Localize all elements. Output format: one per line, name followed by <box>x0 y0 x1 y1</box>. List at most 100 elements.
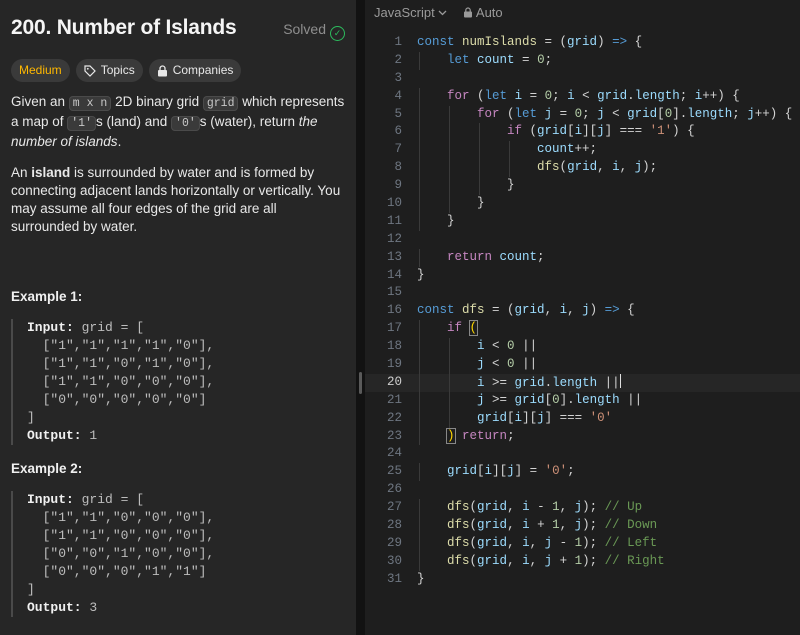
inline-code: '1' <box>67 116 96 131</box>
code-token: for <box>447 88 470 103</box>
code-token: grid <box>537 124 568 139</box>
code-line[interactable]: 12 <box>365 231 800 249</box>
code-line[interactable]: 17 if ( <box>365 320 800 339</box>
line-number: 24 <box>386 446 402 461</box>
code-token: , <box>567 303 583 318</box>
code-line[interactable]: 15 <box>365 284 800 302</box>
companies-tag[interactable]: Companies <box>148 59 242 82</box>
code-token: { <box>619 303 635 318</box>
code-area[interactable]: 1 const numIslands = (grid) => {2 let cou… <box>365 34 800 589</box>
code-line[interactable]: 3 <box>365 70 800 88</box>
code-line[interactable]: 1 const numIslands = (grid) => { <box>365 34 800 52</box>
code-text: } <box>417 195 485 213</box>
input-label: Input: <box>27 320 74 335</box>
line-number: 7 <box>394 142 402 157</box>
code-token: ; <box>732 106 748 121</box>
line-number: 13 <box>386 249 402 264</box>
code-text: i < 0 || <box>417 338 537 356</box>
code-token: ; <box>552 88 568 103</box>
grid-row: ["1","1","0","0","0"], <box>27 510 215 525</box>
mode-label: Auto <box>475 5 503 20</box>
code-token: || <box>514 357 538 372</box>
code-token: i <box>477 339 485 354</box>
desc-text: s (land) and <box>96 114 172 129</box>
desc-text: . <box>117 134 122 149</box>
code-token: = ( <box>484 303 515 318</box>
code-line[interactable]: 13 return count; <box>365 248 800 267</box>
code-token: - <box>552 535 575 550</box>
code-line[interactable]: 10 } <box>365 195 800 213</box>
code-token: i <box>612 160 620 175</box>
chevron-down-icon <box>438 10 447 16</box>
code-line[interactable]: 7 count++; <box>365 141 800 160</box>
desc-text: An <box>11 165 32 180</box>
example-input-line: Input: grid = [ <box>13 491 348 509</box>
code-text: } <box>417 213 455 231</box>
line-number: 8 <box>394 160 402 175</box>
difficulty-badge[interactable]: Medium <box>11 59 70 82</box>
lock-icon <box>157 64 167 76</box>
code-line[interactable]: 20 i >= grid.length || <box>365 373 800 392</box>
resize-grip-icon[interactable] <box>359 372 362 394</box>
code-text: if (grid[i][j] === '1') { <box>417 123 695 141</box>
code-token: grid <box>477 553 508 568</box>
output-value: 3 <box>81 600 98 615</box>
desc-text: Given an <box>11 94 69 109</box>
auto-mode-toggle[interactable]: Auto <box>463 5 503 20</box>
code-token: for <box>477 106 500 121</box>
code-line[interactable]: 28 dfs(grid, i + 1, j); // Down <box>365 517 800 535</box>
check-circle-icon: ✓ <box>330 26 345 41</box>
code-line[interactable]: 22 grid[i][j] === '0' <box>365 409 800 428</box>
code-line[interactable]: 11 } <box>365 212 800 231</box>
code-line[interactable]: 18 i < 0 || <box>365 338 800 357</box>
code-line[interactable]: 14} <box>365 267 800 285</box>
code-line[interactable]: 6 if (grid[i][j] === '1') { <box>365 123 800 142</box>
code-line[interactable]: 30 dfs(grid, i, j + 1); // Right <box>365 552 800 571</box>
code-token: // Right <box>604 553 665 568</box>
code-line[interactable]: 29 dfs(grid, i, j - 1); // Left <box>365 534 800 553</box>
code-token: i <box>514 410 523 425</box>
code-line[interactable]: 8 dfs(grid, i, j); <box>365 159 800 178</box>
code-line[interactable]: 23 ) return; <box>365 427 800 446</box>
code-token: grid <box>477 535 508 550</box>
tag-icon <box>84 64 96 77</box>
code-line[interactable]: 21 j >= grid[0].length || <box>365 391 800 410</box>
code-token: grid <box>447 464 478 479</box>
code-token: dfs <box>447 500 470 515</box>
code-token: dfs <box>447 518 470 533</box>
code-text: j >= grid[0].length || <box>417 392 642 410</box>
code-line[interactable]: 26 <box>365 481 800 499</box>
panel-resizer[interactable] <box>356 0 365 635</box>
code-token: count <box>477 52 515 67</box>
code-line[interactable]: 9 } <box>365 177 800 196</box>
code-token: . <box>544 375 553 390</box>
code-line[interactable]: 4 for (let i = 0; i < grid.length; i++) … <box>365 87 800 106</box>
code-line[interactable]: 31} <box>365 571 800 589</box>
code-line[interactable]: 27 dfs(grid, i - 1, j); // Up <box>365 499 800 518</box>
code-token: || <box>514 339 538 354</box>
code-token: ++) { <box>702 88 740 103</box>
code-line[interactable]: 2 let count = 0; <box>365 51 800 70</box>
code-token: ] === <box>604 124 650 139</box>
language-selector[interactable]: JavaScript <box>374 5 447 20</box>
line-number: 18 <box>386 339 402 354</box>
code-token: ; <box>537 249 545 264</box>
code-line[interactable]: 19 j < 0 || <box>365 356 800 374</box>
code-token: 1 <box>552 500 560 515</box>
code-token: ) { <box>672 124 695 139</box>
code-line[interactable]: 5 for (let j = 0; j < grid[0].length; j+… <box>365 105 800 124</box>
topics-tag[interactable]: Topics <box>75 59 143 82</box>
code-text: dfs(grid, i, j + 1); // Right <box>417 553 665 571</box>
code-line[interactable]: 16 const dfs = (grid, i, j) => { <box>365 302 800 320</box>
code-token: [ <box>507 410 515 425</box>
line-number: 31 <box>386 571 402 586</box>
code-line[interactable]: 24 <box>365 445 800 463</box>
code-token: = <box>552 106 575 121</box>
code-text: } <box>417 267 425 285</box>
line-number: 17 <box>386 321 402 336</box>
code-token: } <box>417 267 425 282</box>
code-line[interactable]: 25 grid[i][j] = '0'; <box>365 463 800 482</box>
